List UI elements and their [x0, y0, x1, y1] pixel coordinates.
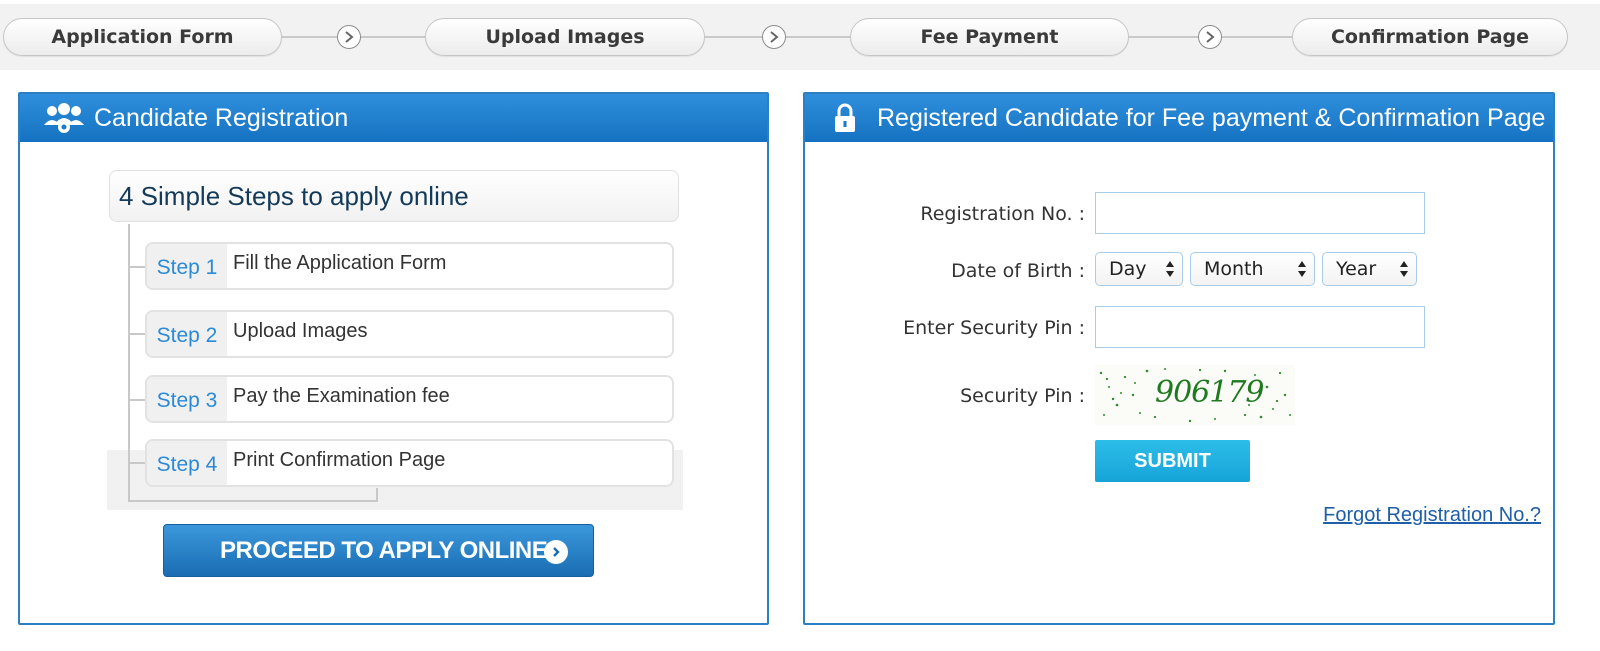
- security-pin-input-label: Enter Security Pin :: [903, 317, 1085, 339]
- candidate-registration-panel: Candidate Registration 4 Simple Steps to…: [18, 92, 769, 625]
- step-item-1: Step 1 Fill the Application Form: [145, 242, 674, 290]
- step-item-text: Fill the Application Form: [233, 251, 447, 274]
- captcha-code: 906179: [1155, 375, 1265, 410]
- dob-year-value: Year: [1336, 258, 1377, 280]
- registered-candidate-title: Registered Candidate for Fee payment & C…: [877, 103, 1546, 132]
- arrow-right-circle-icon: [544, 540, 568, 564]
- application-steps-bar: Application Form Upload Images Fee Payme…: [0, 4, 1600, 70]
- submit-button[interactable]: SUBMIT: [1095, 440, 1250, 482]
- dob-label: Date of Birth :: [951, 260, 1085, 282]
- step-fee-payment[interactable]: Fee Payment: [850, 18, 1129, 56]
- steps-tree-tick: [128, 266, 146, 268]
- security-pin-label: Security Pin :: [960, 385, 1085, 407]
- steps-tree-tick: [128, 333, 146, 335]
- step-application-form-label: Application Form: [51, 26, 234, 48]
- lock-icon: [833, 102, 857, 134]
- step-item-text: Upload Images: [233, 319, 368, 342]
- dob-month-value: Month: [1204, 258, 1264, 280]
- step-confirmation-page[interactable]: Confirmation Page: [1292, 18, 1568, 56]
- select-arrows-icon: [1400, 261, 1408, 277]
- security-pin-input[interactable]: [1095, 306, 1425, 348]
- dob-month-select[interactable]: Month: [1190, 252, 1315, 286]
- step-confirmation-page-label: Confirmation Page: [1330, 26, 1530, 48]
- step-fee-payment-label: Fee Payment: [920, 26, 1059, 48]
- steps-heading: 4 Simple Steps to apply online: [109, 170, 679, 222]
- captcha-image: 906179: [1095, 365, 1295, 425]
- step-application-form[interactable]: Application Form: [3, 18, 282, 56]
- chevron-right-circle-icon: [762, 25, 786, 49]
- dob-day-select[interactable]: Day: [1095, 252, 1183, 286]
- steps-tree-end: [376, 488, 378, 502]
- proceed-to-apply-button[interactable]: PROCEED TO APPLY ONLINE: [163, 524, 594, 577]
- steps-tree-tick: [128, 399, 146, 401]
- forgot-registration-link[interactable]: Forgot Registration No.?: [1323, 504, 1541, 527]
- step-upload-images-label: Upload Images: [485, 26, 645, 48]
- select-arrows-icon: [1298, 261, 1306, 277]
- step-item-label: Step 1: [147, 244, 227, 288]
- registered-candidate-panel: Registered Candidate for Fee payment & C…: [803, 92, 1555, 625]
- step-item-3: Step 3 Pay the Examination fee: [145, 375, 674, 423]
- step-item-text: Print Confirmation Page: [233, 448, 446, 471]
- users-icon: [42, 101, 86, 135]
- step-item-label: Step 3: [147, 377, 227, 421]
- chevron-right-circle-icon: [1198, 25, 1222, 49]
- dob-year-select[interactable]: Year: [1322, 252, 1417, 286]
- proceed-to-apply-label: PROCEED TO APPLY ONLINE: [220, 536, 548, 564]
- chevron-right-circle-icon: [337, 25, 361, 49]
- registration-no-label: Registration No. :: [920, 203, 1085, 225]
- registration-no-input[interactable]: [1095, 192, 1425, 234]
- candidate-registration-header: Candidate Registration: [20, 94, 767, 142]
- select-arrows-icon: [1166, 261, 1174, 277]
- steps-tree-base: [128, 500, 378, 502]
- step-upload-images[interactable]: Upload Images: [425, 18, 705, 56]
- registered-candidate-header: Registered Candidate for Fee payment & C…: [805, 94, 1553, 142]
- step-item-text: Pay the Examination fee: [233, 384, 450, 407]
- step-item-label: Step 2: [147, 312, 227, 356]
- steps-tree-tick: [128, 462, 146, 464]
- candidate-registration-title: Candidate Registration: [94, 103, 349, 132]
- dob-day-value: Day: [1109, 258, 1147, 280]
- step-item-label: Step 4: [147, 441, 227, 485]
- step-item-4: Step 4 Print Confirmation Page: [145, 439, 674, 487]
- step-item-2: Step 2 Upload Images: [145, 310, 674, 358]
